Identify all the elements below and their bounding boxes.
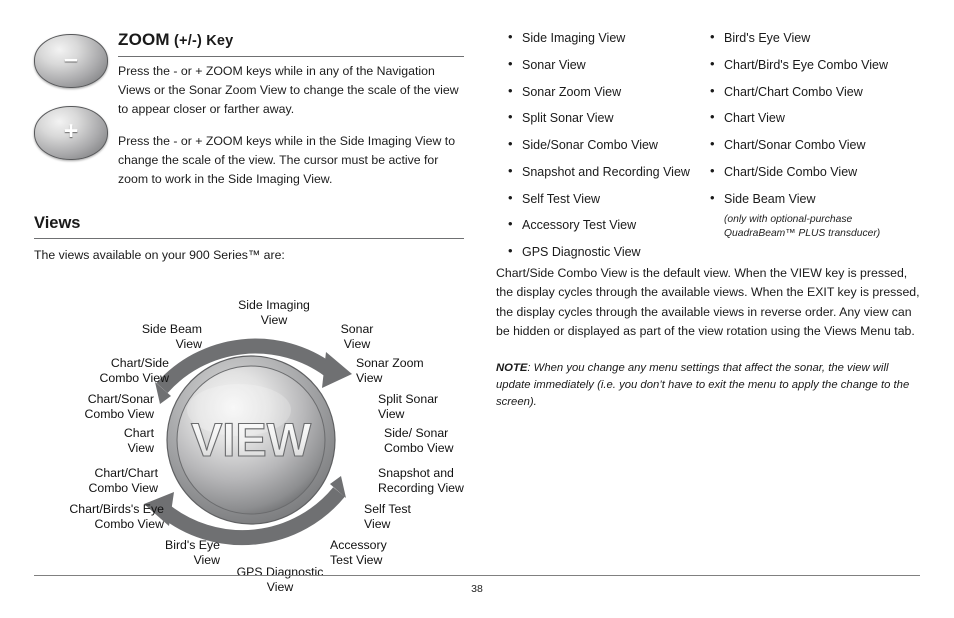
list-item: Chart/Sonar Combo View xyxy=(708,136,920,153)
list-item: Side/Sonar Combo View xyxy=(506,136,711,153)
wheel-label-birds-eye: Bird's Eye View xyxy=(165,538,220,567)
wheel-label-side-sonar-combo: Side/ Sonar Combo View xyxy=(384,426,454,455)
views-list-column-1: Side Imaging View Sonar View Sonar Zoom … xyxy=(506,29,711,271)
wheel-label-chart: Chart View xyxy=(123,426,154,455)
wheel-label-chart-birds-eye-combo: Chart/Birds's Eye Combo View xyxy=(69,502,164,531)
zoom-paragraph-2: Press the - or + ZOOM keys while in the … xyxy=(118,134,456,187)
zoom-key-section: – + ZOOM (+/-) Key Press the - or + ZOOM… xyxy=(34,22,464,262)
views-bullet-lists: Side Imaging View Sonar View Sonar Zoom … xyxy=(496,29,920,260)
zoom-plus-key-icon: + xyxy=(34,106,108,160)
views-list-column-2: Bird's Eye View Chart/Bird's Eye Combo V… xyxy=(708,29,920,240)
list-item: GPS Diagnostic View xyxy=(506,243,711,260)
arrowhead-top xyxy=(322,352,352,388)
transducer-note: (only with optional-purchase QuadraBeam™… xyxy=(724,214,881,239)
list-item: Chart/Bird's Eye Combo View xyxy=(708,56,920,73)
zoom-minus-key-icon: – xyxy=(34,34,108,88)
note-label: NOTE xyxy=(496,361,528,374)
wheel-label-chart-side-combo: Chart/Side Combo View xyxy=(99,356,170,385)
manual-page: – + ZOOM (+/-) Key Press the - or + ZOOM… xyxy=(0,0,954,618)
left-column: – + ZOOM (+/-) Key Press the - or + ZOOM… xyxy=(34,22,464,594)
list-item: Split Sonar View xyxy=(506,109,711,126)
wheel-label-snapshot-recording: Snapshot and Recording View xyxy=(378,466,464,495)
list-item: Chart/Chart Combo View xyxy=(708,82,920,100)
wheel-label-sonar: Sonar View xyxy=(340,322,374,351)
zoom-paragraph-1: Press the - or + ZOOM keys while in any … xyxy=(118,64,459,117)
minus-icon: – xyxy=(64,44,78,73)
list-item: Accessory Test View xyxy=(506,216,711,233)
list-item: Side Imaging View xyxy=(506,29,711,46)
list-item: Chart View xyxy=(708,109,920,126)
list-item: Sonar View xyxy=(506,56,711,73)
list-item: Side Beam View xyxy=(708,189,920,207)
zoom-heading-suffix: (+/-) Key xyxy=(169,33,234,49)
list-item: Chart/Side Combo View xyxy=(708,163,920,180)
views-section-heading: Views xyxy=(34,214,464,239)
wheel-label-split-sonar: Split Sonar View xyxy=(378,392,439,421)
note-text: : When you change any menu settings that… xyxy=(496,361,910,408)
page-number: 38 xyxy=(471,583,483,595)
zoom-heading-main: ZOOM xyxy=(118,30,170,49)
view-button-label: VIEW xyxy=(191,413,312,466)
list-item: Sonar Zoom View xyxy=(506,82,711,100)
wheel-label-sonar-zoom: Sonar Zoom View xyxy=(356,356,424,385)
list-item: Self Test View xyxy=(506,189,711,207)
wheel-label-accessory-test: Accessory Test View xyxy=(330,538,387,567)
wheel-label-chart-sonar-combo: Chart/Sonar Combo View xyxy=(84,392,155,421)
wheel-label-self-test: Self Test View xyxy=(364,502,411,531)
footer-divider xyxy=(34,575,920,576)
wheel-label-side-beam: Side Beam View xyxy=(141,322,202,351)
view-rotation-diagram: VIEW Side Imaging View Sonar View Side B… xyxy=(34,270,494,600)
list-item: Snapshot and Recording View xyxy=(506,163,711,180)
right-column: Side Imaging View Sonar View Sonar Zoom … xyxy=(496,29,920,411)
list-item: Bird's Eye View xyxy=(708,29,920,46)
view-cycle-paragraph: Chart/Side Combo View is the default vie… xyxy=(496,266,920,339)
plus-icon: + xyxy=(63,116,79,145)
wheel-label-chart-chart-combo: Chart/Chart Combo View xyxy=(88,466,159,495)
zoom-section-heading: ZOOM (+/-) Key xyxy=(118,30,464,57)
note-block: NOTE: When you change any menu settings … xyxy=(496,360,920,411)
views-intro-text: The views available on your 900 Series™ … xyxy=(34,248,285,262)
wheel-label-side-imaging: Side Imaging View xyxy=(238,298,310,327)
